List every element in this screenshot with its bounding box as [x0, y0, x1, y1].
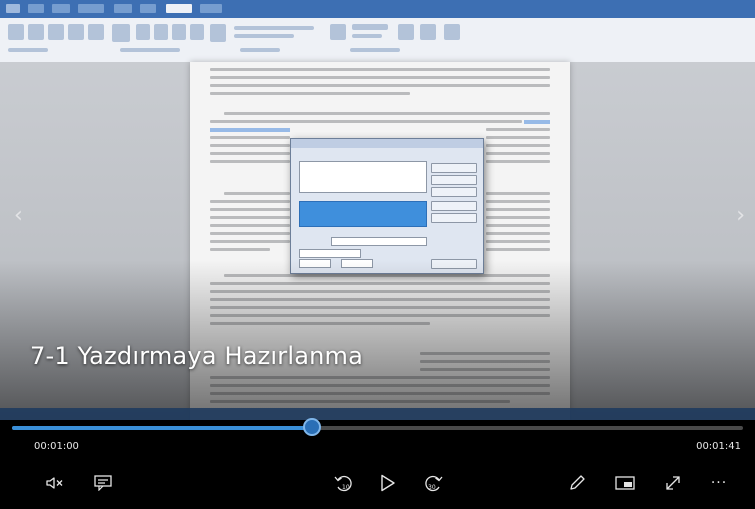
skip-back-10-button[interactable]: 10 [331, 470, 357, 496]
skip-back-label: 10 [342, 484, 350, 491]
edit-button[interactable] [564, 470, 590, 496]
video-taskbar [0, 408, 755, 420]
chevron-right-icon: › [736, 203, 745, 228]
mini-view-button[interactable] [612, 470, 638, 496]
chevron-left-icon: ‹ [14, 203, 23, 228]
captions-icon [94, 475, 112, 491]
total-time: 00:01:41 [696, 441, 741, 452]
play-button[interactable] [375, 470, 401, 496]
fullscreen-button[interactable] [660, 470, 686, 496]
more-button[interactable]: ··· [706, 470, 732, 496]
fullscreen-icon [666, 476, 680, 490]
more-icon: ··· [710, 475, 728, 491]
skip-back-10-icon: 10 [334, 475, 352, 492]
video-title: 7-1 Yazdırmaya Hazırlanma [30, 342, 364, 370]
seek-bar-progress [12, 426, 312, 430]
video-player[interactable]: ‹ › 7-1 Yazdırmaya Hazırlanma 00:01:00 0… [0, 0, 755, 509]
video-ribbon-tabs [0, 0, 755, 18]
video-bottom-gradient [0, 260, 755, 420]
video-ribbon [0, 18, 755, 63]
play-icon [381, 474, 395, 492]
pencil-icon [570, 475, 585, 490]
captions-button[interactable] [90, 470, 116, 496]
skip-forward-30-icon: 30 [425, 475, 443, 492]
video-print-dialog [290, 138, 484, 274]
mute-button[interactable] [42, 470, 68, 496]
skip-forward-30-button[interactable]: 30 [420, 470, 446, 496]
current-time: 00:01:00 [34, 441, 79, 452]
mini-player-icon [615, 476, 635, 490]
volume-mute-icon [46, 477, 63, 489]
skip-forward-label: 30 [428, 484, 436, 491]
seek-bar[interactable] [12, 418, 743, 436]
seek-thumb[interactable] [302, 418, 321, 436]
